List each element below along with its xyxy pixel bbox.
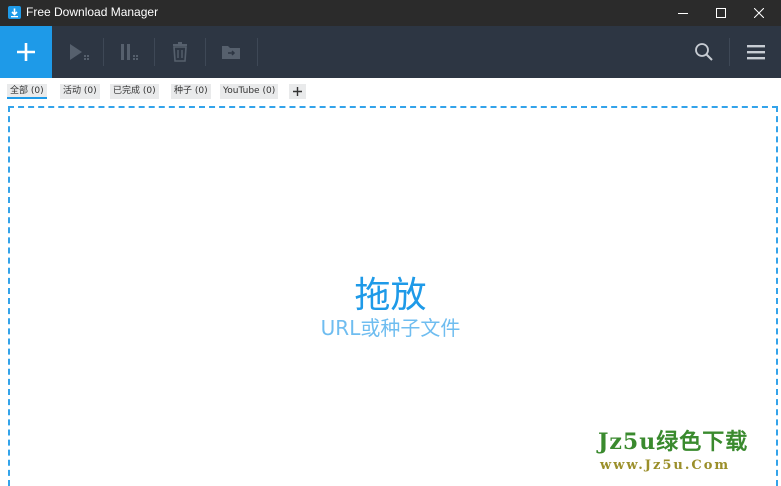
maximize-icon	[715, 8, 726, 18]
window-title: Free Download Manager	[26, 5, 159, 19]
pause-icon	[121, 44, 138, 60]
close-icon	[753, 8, 764, 18]
toolbar	[0, 26, 781, 78]
main-menu-button[interactable]	[731, 26, 781, 78]
pause-button[interactable]	[104, 26, 154, 78]
toolbar-divider	[257, 38, 258, 66]
delete-button[interactable]	[155, 26, 205, 78]
tab-torrents[interactable]: 种子 (0)	[171, 84, 211, 99]
tab-completed[interactable]: 已完成 (0)	[110, 84, 159, 99]
tab-all[interactable]: 全部 (0)	[7, 84, 47, 99]
drop-zone-title: 拖放	[354, 275, 427, 316]
close-button[interactable]	[736, 0, 781, 26]
title-bar: Free Download Manager	[0, 0, 781, 26]
minimize-icon	[677, 13, 688, 14]
play-icon	[70, 44, 89, 60]
add-icon	[17, 43, 35, 61]
watermark-logo: Jz5u绿色下载	[598, 429, 749, 455]
move-folder-icon	[222, 46, 240, 59]
plus-icon	[293, 87, 302, 96]
resume-button[interactable]	[54, 26, 104, 78]
add-download-button[interactable]	[0, 26, 52, 78]
trash-icon	[173, 42, 187, 62]
move-button[interactable]	[206, 26, 256, 78]
toolbar-divider	[729, 38, 730, 66]
search-icon	[695, 43, 713, 61]
drop-zone-subtitle: URL或种子文件	[320, 316, 461, 340]
menu-icon	[747, 45, 765, 60]
app-icon	[8, 6, 21, 19]
search-button[interactable]	[679, 26, 729, 78]
add-tab-button[interactable]	[289, 84, 306, 99]
tab-youtube[interactable]: YouTube (0)	[220, 84, 279, 99]
watermark-url: www.Jz5u.Com	[600, 458, 731, 473]
tab-active[interactable]: 活动 (0)	[60, 84, 100, 99]
filter-tabs: 全部 (0) 活动 (0) 已完成 (0) 种子 (0) YouTube (0)	[0, 78, 781, 104]
